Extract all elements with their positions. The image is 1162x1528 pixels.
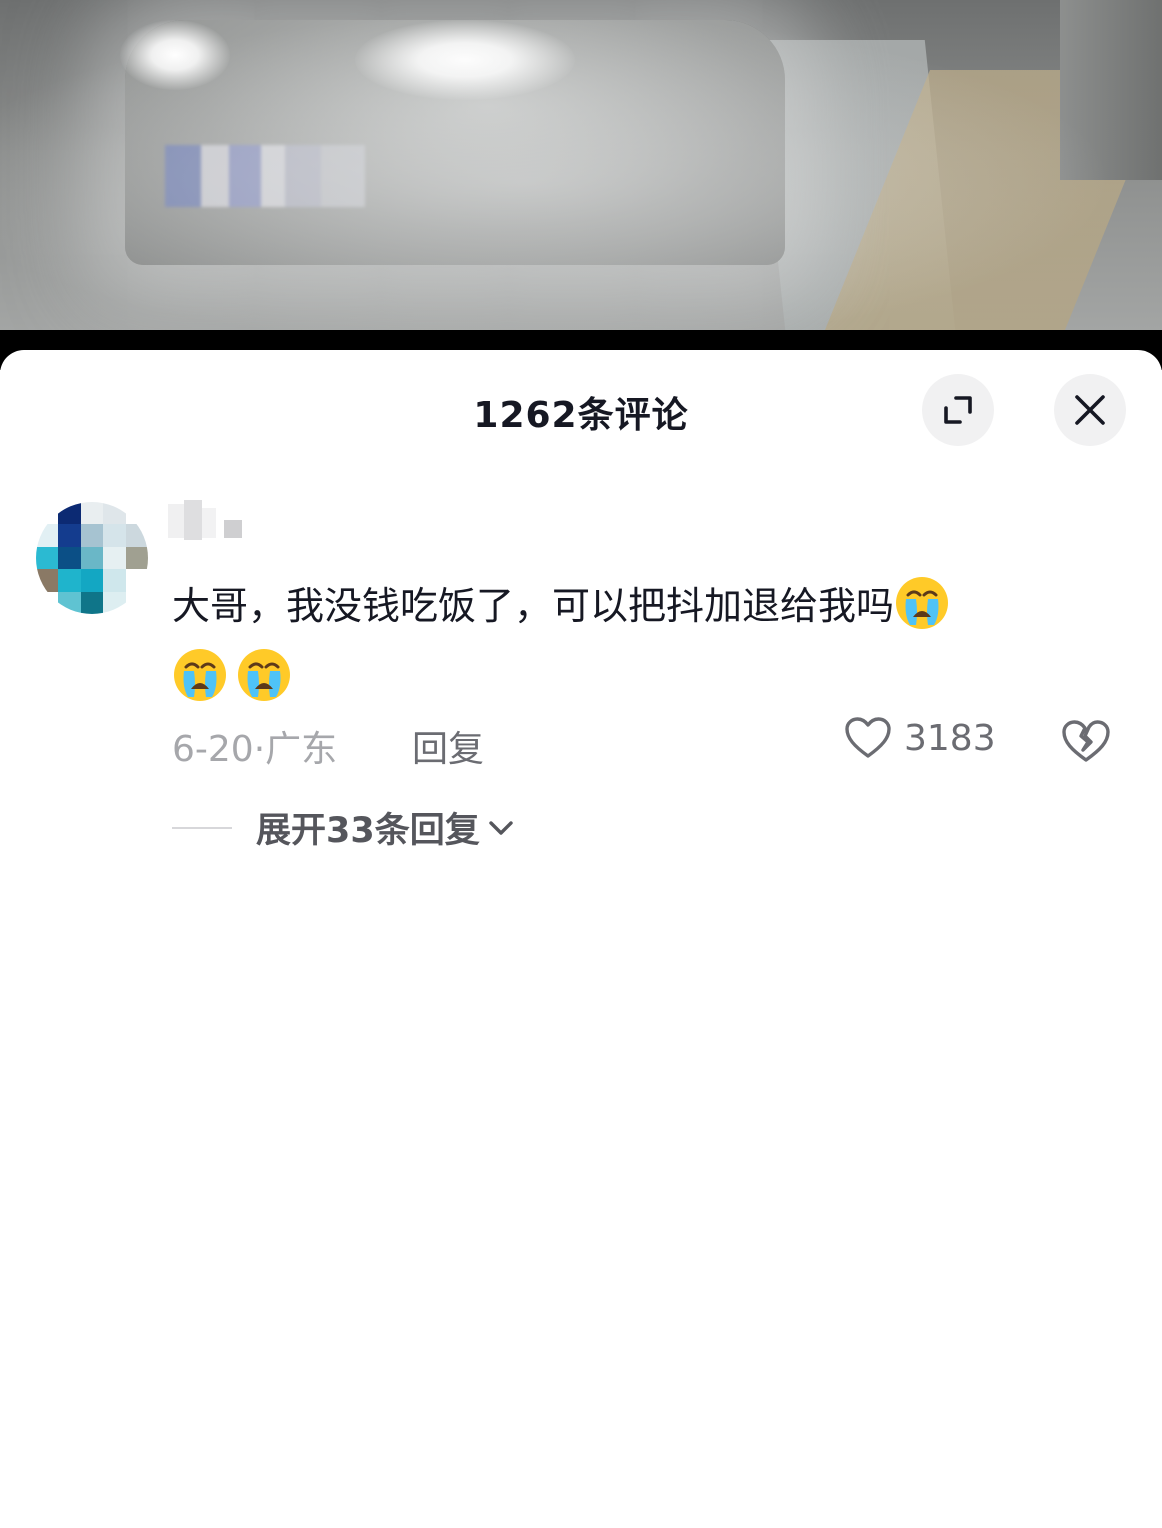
meta-separator: · (253, 729, 266, 770)
expand-divider-line (172, 826, 232, 829)
comment-meta: 6-20·广东 (172, 720, 337, 772)
dislike-button[interactable] (1060, 718, 1112, 768)
comment-location: 广东 (265, 729, 338, 770)
heart-icon (845, 717, 891, 758)
loudly-crying-face-icon (238, 649, 290, 701)
video-haze (0, 0, 1162, 330)
broken-heart-icon (1062, 720, 1110, 762)
like-button[interactable]: 3183 (844, 716, 996, 760)
comment-text-content: 大哥，我没钱吃饭了，可以把抖加退给我吗 (172, 584, 895, 628)
expand-replies-label: 展开33条回复 (256, 811, 480, 851)
loudly-crying-face-icon (174, 649, 226, 701)
like-count: 3183 (904, 717, 996, 759)
loudly-crying-face-icon (896, 577, 949, 629)
comment-date: 6-20 (172, 729, 254, 770)
comment-text: 大哥，我没钱吃饭了，可以把抖加退给我吗 (172, 570, 1102, 714)
reply-button[interactable]: 回复 (412, 720, 484, 772)
expand-button[interactable] (922, 374, 994, 446)
video-preview[interactable] (0, 0, 1162, 330)
expand-icon (944, 396, 972, 424)
avatar[interactable] (36, 502, 148, 614)
chevron-down-icon (489, 820, 513, 835)
username[interactable] (168, 500, 248, 540)
close-button[interactable] (1054, 374, 1126, 446)
close-icon (1075, 395, 1105, 425)
comments-panel: 1262条评论 大哥，我没钱吃饭了，可以把抖加退给我吗 6-20·广东 回复 3… (0, 350, 1162, 1528)
expand-replies-button[interactable]: 展开33条回复 (172, 802, 514, 853)
